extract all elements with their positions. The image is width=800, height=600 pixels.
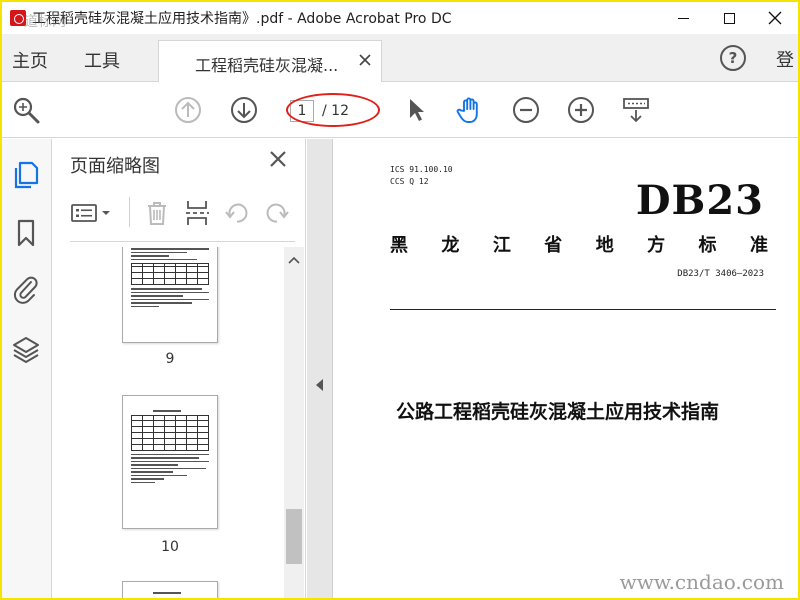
thumbnails-list: 9 10	[53, 247, 306, 598]
hand-tool-button[interactable]	[454, 94, 486, 126]
page-display-button[interactable]	[620, 94, 652, 126]
cursor-arrow-icon	[410, 99, 424, 121]
page-thumbnail-9[interactable]	[122, 247, 218, 343]
next-page-button[interactable]	[228, 94, 260, 126]
bookmarks-button[interactable]	[10, 217, 42, 249]
page-number-10: 10	[161, 539, 179, 555]
select-tool-button[interactable]	[400, 94, 432, 126]
page-number-highlight	[286, 93, 380, 127]
doc-standard-mark: DB23	[635, 177, 764, 224]
pages-icon	[14, 161, 39, 189]
thumbnails-panel: 页面缩略图 9 10	[53, 139, 306, 598]
list-options-icon	[71, 204, 110, 222]
doc-province-heading: 黑 龙 江 省 地 方 标 准	[390, 231, 768, 257]
maximize-button[interactable]	[706, 2, 752, 34]
scroll-thumb[interactable]	[286, 509, 302, 564]
document-tab-label: 工程稻壳硅灰混凝...	[195, 56, 339, 75]
zoom-out-button[interactable]	[510, 94, 542, 126]
plus-circle-icon	[568, 97, 594, 123]
previous-page-button[interactable]	[172, 94, 204, 126]
doc-ics-code: ICS 91.100.10	[390, 165, 453, 174]
extract-page-button[interactable]	[181, 197, 213, 229]
province-char: 准	[749, 235, 768, 256]
tab-document[interactable]: 工程稻壳硅灰混凝...	[158, 40, 382, 82]
close-panel-button[interactable]	[269, 149, 287, 174]
province-char: 龙	[441, 235, 460, 256]
panel-divider	[70, 241, 295, 242]
layers-icon	[13, 337, 39, 363]
doc-divider	[390, 309, 776, 310]
question-mark-icon: ?	[728, 49, 738, 67]
hand-icon	[456, 97, 478, 123]
panel-collapse-strip[interactable]	[307, 139, 333, 598]
doc-standard-code: DB23/T 3406—2023	[677, 269, 764, 279]
close-window-button[interactable]	[752, 2, 798, 34]
maximize-icon	[723, 12, 735, 24]
province-char: 黑	[390, 235, 408, 256]
scroll-up-button[interactable]	[288, 253, 300, 267]
navigation-rail	[2, 139, 52, 598]
window-title: 工程稻壳硅灰混凝土应用技术指南》.pdf - Adobe Acrobat Pro…	[32, 11, 452, 27]
province-char: 地	[595, 235, 614, 256]
tab-tools[interactable]: 工具	[84, 47, 120, 73]
bookmark-icon	[17, 219, 35, 247]
close-icon	[768, 11, 782, 25]
attachments-button[interactable]	[10, 273, 42, 305]
doc-ccs-code: CCS Q 12	[390, 177, 429, 186]
rotate-right-button[interactable]	[261, 197, 293, 229]
paperclip-icon	[13, 276, 38, 304]
page-thumbnail-11[interactable]	[122, 581, 218, 598]
page-thumbnails-button[interactable]	[10, 159, 42, 191]
keyboard-arrow-down-icon	[623, 98, 649, 123]
close-tab-icon	[359, 54, 371, 66]
tab-home[interactable]: 主页	[12, 47, 48, 73]
rotate-right-icon	[266, 203, 289, 223]
options-menu-button[interactable]	[69, 197, 117, 229]
doc-title: 公路工程稻壳硅灰混凝土应用技术指南	[396, 401, 720, 423]
rotate-left-button[interactable]	[221, 197, 253, 229]
thumbnails-scrollbar[interactable]	[284, 247, 304, 598]
app-window: 工程稻壳硅灰混凝土应用技术指南》.pdf - Adobe Acrobat Pro…	[0, 0, 800, 600]
minus-circle-icon	[513, 97, 539, 123]
document-view[interactable]: ICS 91.100.10 CCS Q 12 DB23 黑 龙 江 省 地 方 …	[334, 139, 798, 598]
province-char: 标	[698, 235, 717, 256]
trash-icon	[148, 202, 166, 225]
page-thumbnail-10[interactable]	[122, 395, 218, 529]
page-number-9: 9	[165, 351, 175, 367]
collapse-arrow-icon	[316, 379, 323, 391]
toolbar-separator	[129, 197, 130, 227]
province-char: 方	[647, 235, 666, 256]
arrow-down-icon	[231, 97, 257, 123]
minimize-button[interactable]	[660, 2, 706, 34]
minimize-icon	[677, 17, 689, 19]
tab-bar: 主页 工具 工程稻壳硅灰混凝... ? 登	[2, 34, 798, 82]
rotate-left-icon	[225, 203, 248, 223]
title-watermark: 道标网	[24, 14, 66, 30]
search-button[interactable]	[10, 94, 42, 126]
page-split-icon	[186, 201, 209, 225]
arrow-up-icon	[175, 97, 201, 123]
layers-button[interactable]	[10, 333, 42, 365]
zoom-in-button[interactable]	[565, 94, 597, 126]
close-icon	[270, 151, 286, 167]
help-button[interactable]: ?	[720, 45, 746, 71]
close-tab-button[interactable]	[359, 51, 371, 70]
province-char: 省	[544, 235, 563, 256]
login-link[interactable]: 登	[776, 46, 796, 72]
site-watermark: www.cndao.com	[619, 570, 784, 594]
title-bar: 工程稻壳硅灰混凝土应用技术指南》.pdf - Adobe Acrobat Pro…	[2, 2, 798, 34]
chevron-up-icon	[288, 256, 300, 264]
panel-title: 页面缩略图	[70, 156, 160, 177]
province-char: 江	[492, 235, 511, 256]
search-icon	[13, 97, 40, 124]
thumbnail-tools	[69, 197, 297, 233]
main-toolbar: 1 / 12	[2, 82, 798, 138]
delete-page-button[interactable]	[141, 197, 173, 229]
